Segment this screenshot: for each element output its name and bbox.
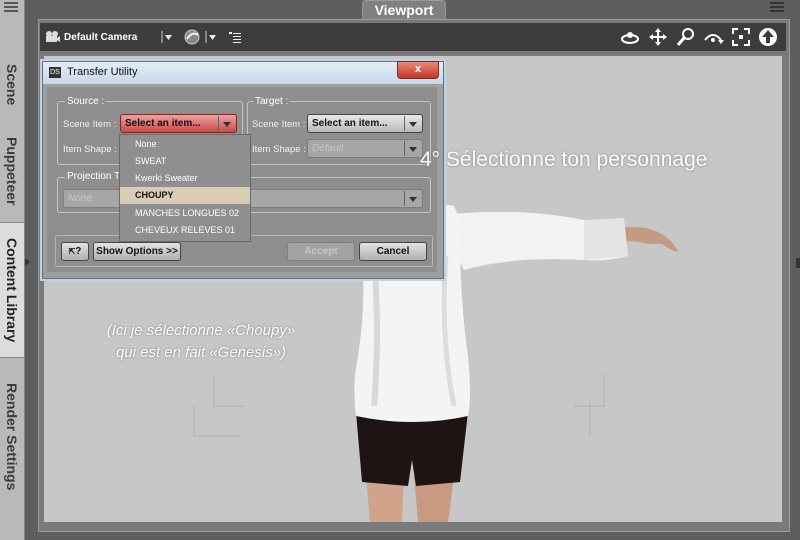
dialog-title: Transfer Utility [67,66,138,78]
camera-icon [46,31,60,42]
note-line-2: qui est en fait «Genesis») [115,344,287,361]
tab-scene[interactable]: Scene [0,50,24,120]
chevron-down-icon [404,141,421,156]
scene-item-dropdown-list: None SWEAT Kwerki Sweater CHOUPY MANCHES… [119,134,251,242]
camera-dropdown[interactable] [160,23,174,51]
target-scene-item-label: Scene Item : [252,119,306,130]
target-group-label: Target : [253,96,291,107]
pan-button[interactable] [648,23,668,51]
viewport-options-button[interactable] [228,23,242,51]
cancel-button[interactable]: Cancel [359,242,427,261]
camera-selector[interactable]: Default Camera [44,23,137,51]
dropdown-arrow-icon [205,31,216,43]
source-item-shape-label: Item Shape : [63,144,117,155]
up-button[interactable] [758,23,778,51]
collapse-arrow-icon[interactable] [25,258,30,266]
chevron-down-icon [404,191,421,206]
dropdown-arrow-icon [161,31,172,43]
orbit-icon [621,32,639,44]
rotate-icon [704,34,724,44]
source-scene-item-select[interactable]: Select an item... [120,114,237,133]
list-item[interactable]: None [120,136,250,153]
tab-content-library[interactable]: Content Library [0,222,24,358]
note-annotation: (Ici je sélectionne «Choupy» qui est en … [96,320,306,364]
shading-button[interactable] [184,23,200,51]
frame-icon [732,28,750,46]
source-group-label: Source : [65,96,107,107]
step-annotation: 4° Sélectionne ton personnage [420,148,708,171]
expand-arrow-icon[interactable] [796,258,800,268]
close-button[interactable]: x [397,61,439,79]
target-item-shape-label: Item Shape : [252,144,306,155]
show-options-button[interactable]: Show Options >> [93,242,181,261]
projection-group-label: Projection Te [65,171,127,182]
shading-sphere-icon [184,29,200,45]
daz-logo-icon: DS [49,67,61,78]
list-item[interactable]: Kwerki Sweater [120,170,250,187]
list-item-selected[interactable]: CHOUPY [120,187,250,204]
viewport-toolbar: Default Camera [40,23,786,51]
help-button[interactable]: ⇱? [61,242,89,261]
frame-button[interactable] [732,23,750,51]
tab-puppeteer[interactable]: Puppeteer [0,124,24,218]
up-arrow-icon [759,28,777,46]
dialog-titlebar[interactable]: DS Transfer Utility [43,62,443,84]
menu-lines-icon [229,32,241,43]
target-item-shape-select[interactable]: Default [307,139,423,158]
note-line-1: (Ici je sélectionne «Choupy» [106,322,296,339]
list-item[interactable]: SWEAT [120,153,250,170]
list-item[interactable]: MANCHES LONGUES 02 [120,205,250,222]
shading-dropdown[interactable] [204,23,218,51]
viewport-menu-icon[interactable] [770,2,784,12]
target-scene-item-select[interactable]: Select an item... [307,114,423,133]
accept-button[interactable]: Accept [287,242,355,261]
tab-render-settings[interactable]: Render Settings [0,362,24,512]
left-panel-tabs: Scene Puppeteer Content Library Render S… [0,0,25,540]
camera-label: Default Camera [64,31,138,43]
panel-menu-icon[interactable] [4,2,18,12]
viewport-tab[interactable]: Viewport [362,0,446,20]
chevron-down-icon [404,116,421,131]
zoom-icon [676,28,694,46]
rotate-button[interactable] [702,23,724,51]
zoom-button[interactable] [676,23,696,51]
orbit-button[interactable] [620,23,640,51]
pan-icon [649,28,667,46]
chevron-down-icon [218,116,235,131]
source-scene-item-label: Scene Item : [63,119,117,130]
list-item[interactable]: CHEVEUX RELEVES 01 [120,222,250,239]
